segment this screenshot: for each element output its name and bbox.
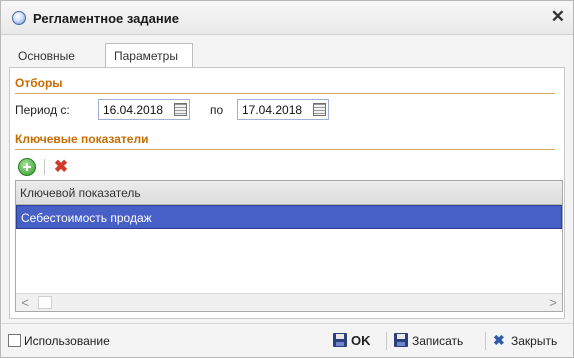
add-row-icon[interactable] bbox=[18, 158, 36, 176]
save-and-close-icon bbox=[333, 333, 347, 347]
dialog-footer: Использование OK Записать ✖ Закрыть bbox=[1, 323, 573, 357]
delete-row-icon[interactable]: ✖ bbox=[52, 158, 70, 176]
calendar-icon[interactable] bbox=[313, 103, 326, 116]
period-to-field[interactable]: 17.04.2018 bbox=[237, 99, 329, 120]
tab-parameters[interactable]: Параметры bbox=[105, 43, 193, 68]
scroll-left-icon[interactable]: < bbox=[16, 294, 34, 311]
window-title: Регламентное задание bbox=[33, 11, 179, 26]
column-header-indicator[interactable]: Ключевой показатель bbox=[16, 181, 562, 205]
ok-button[interactable]: OK bbox=[333, 330, 379, 352]
period-from-value: 16.04.2018 bbox=[103, 103, 164, 117]
indicators-section-title: Ключевые показатели bbox=[15, 132, 149, 146]
calendar-icon[interactable] bbox=[174, 103, 187, 116]
save-button-label: Записать bbox=[412, 334, 464, 348]
indicators-divider bbox=[15, 149, 555, 150]
period-from-field[interactable]: 16.04.2018 bbox=[98, 99, 190, 120]
tab-main[interactable]: Основные bbox=[9, 43, 101, 68]
use-checkbox[interactable] bbox=[8, 334, 21, 347]
dialog-window: Регламентное задание ✕ Основные Параметр… bbox=[0, 0, 574, 358]
close-button[interactable]: ✖ Закрыть bbox=[493, 330, 569, 352]
table-row[interactable]: Себестоимость продаж bbox=[16, 205, 562, 229]
close-icon: ✖ bbox=[493, 332, 505, 348]
use-checkbox-label[interactable]: Использование bbox=[24, 334, 110, 348]
scroll-thumb[interactable] bbox=[38, 296, 52, 309]
indicators-table[interactable]: Ключевой показатель Себестоимость продаж… bbox=[15, 180, 563, 312]
scroll-right-icon[interactable]: > bbox=[544, 294, 562, 311]
ok-button-label: OK bbox=[351, 333, 371, 348]
close-window-icon[interactable]: ✕ bbox=[551, 8, 565, 26]
footer-separator bbox=[386, 332, 387, 350]
period-to-label: по bbox=[210, 103, 224, 117]
period-from-label: Период с: bbox=[15, 103, 70, 117]
footer-separator bbox=[485, 332, 486, 350]
title-bar[interactable]: Регламентное задание ✕ bbox=[1, 1, 573, 35]
save-icon bbox=[394, 333, 408, 347]
filters-divider bbox=[15, 93, 555, 94]
toolbar-separator bbox=[44, 159, 45, 175]
save-button[interactable]: Записать bbox=[394, 330, 478, 352]
parameters-panel: Отборы Период с: 16.04.2018 по 17.04.201… bbox=[9, 67, 565, 319]
period-to-value: 17.04.2018 bbox=[242, 103, 303, 117]
close-button-label: Закрыть bbox=[511, 334, 558, 348]
filters-section-title: Отборы bbox=[15, 76, 63, 90]
app-globe-icon bbox=[12, 11, 26, 25]
horizontal-scrollbar[interactable]: < > bbox=[16, 293, 562, 311]
